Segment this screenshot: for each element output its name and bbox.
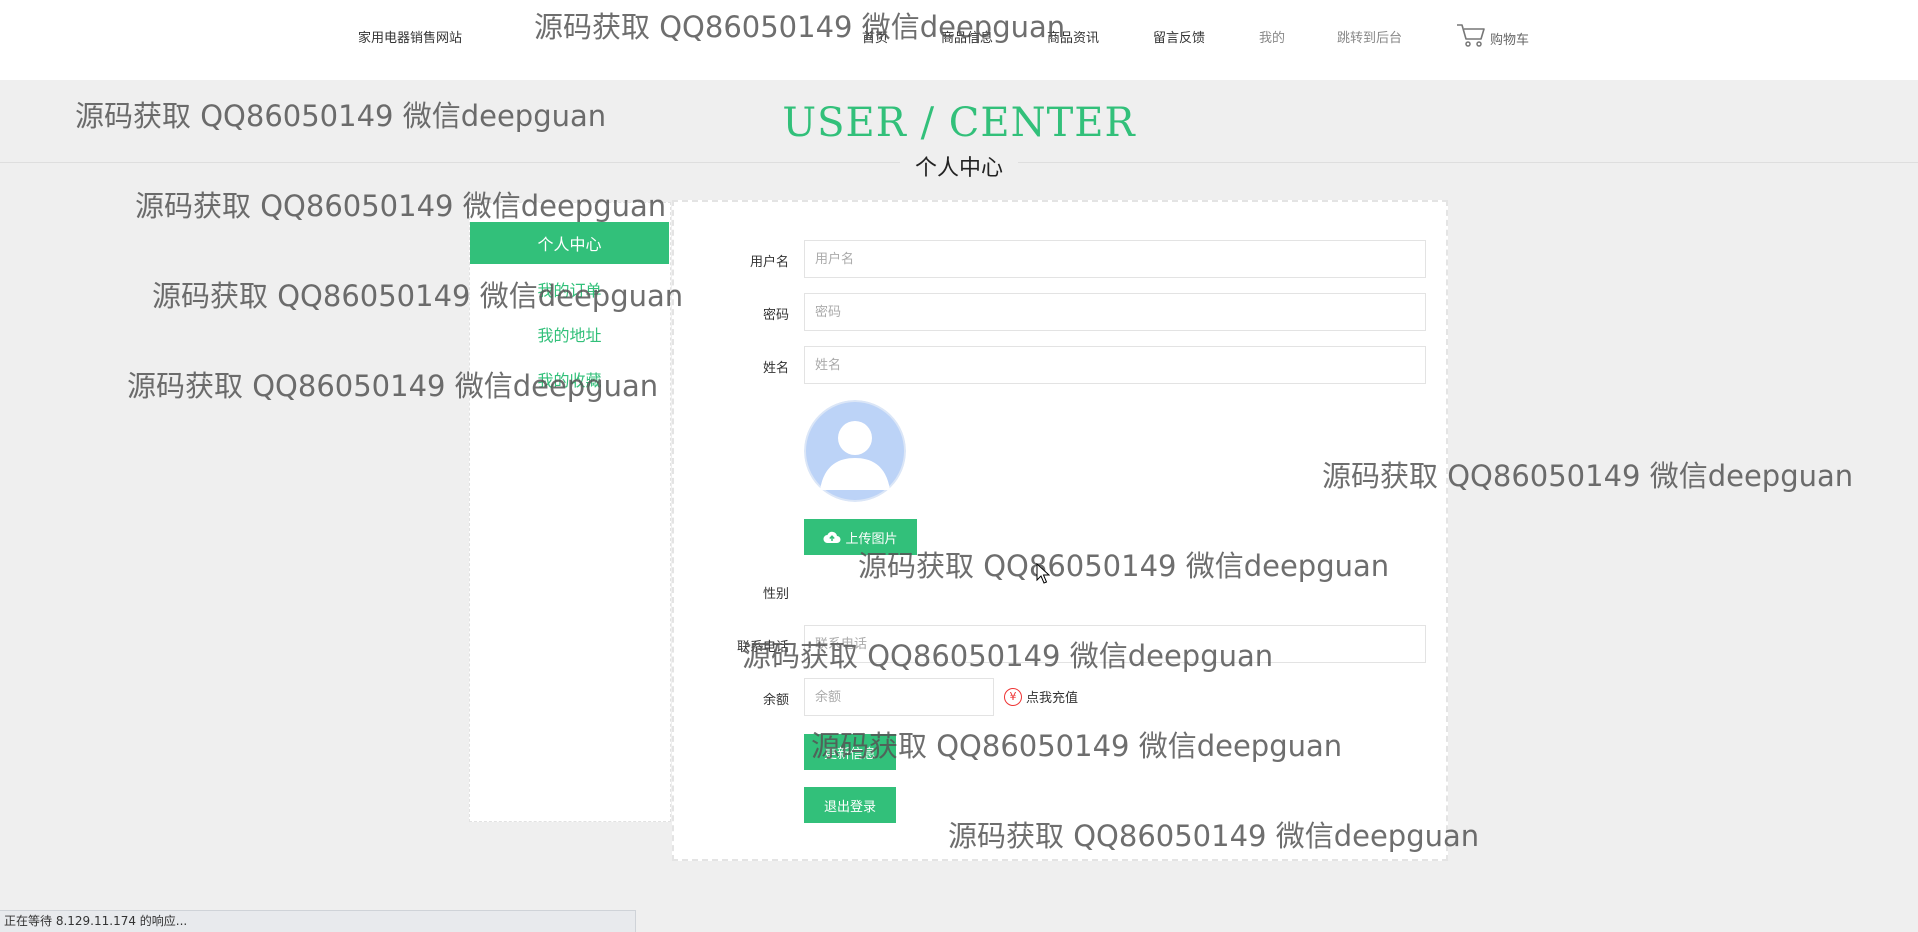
page-title-english: USER / CENTER bbox=[782, 100, 1136, 146]
logout-button[interactable]: 退出登录 bbox=[804, 787, 896, 823]
recharge-label: 点我充值 bbox=[1026, 691, 1079, 706]
phone-input[interactable] bbox=[804, 625, 1426, 663]
nav-item-admin[interactable]: 跳转到后台 bbox=[1337, 27, 1402, 46]
sidebar-item-user-center[interactable]: 个人中心 bbox=[470, 222, 669, 264]
top-navigation-bar: 家用电器销售网站 首页 商品信息 商品资讯 留言反馈 我的 跳转到后台 购物车 bbox=[0, 0, 1918, 80]
avatar-placeholder-icon bbox=[804, 400, 906, 502]
balance-input[interactable] bbox=[804, 678, 994, 716]
nav-item-mine[interactable]: 我的 bbox=[1259, 27, 1285, 46]
yen-icon: ¥ bbox=[1004, 687, 1022, 706]
page-title: 个人中心 bbox=[900, 150, 1018, 182]
sidebar-item-favorites[interactable]: 我的收藏 bbox=[470, 367, 669, 391]
cart-label: 购物车 bbox=[1490, 33, 1530, 48]
nav-item-news[interactable]: 商品资讯 bbox=[1047, 27, 1099, 46]
nav-item-home[interactable]: 首页 bbox=[862, 27, 888, 46]
nav-item-products[interactable]: 商品信息 bbox=[941, 27, 993, 46]
nav-item-feedback[interactable]: 留言反馈 bbox=[1153, 27, 1205, 46]
upload-image-button[interactable]: 上传图片 bbox=[804, 519, 917, 555]
phone-label: 联系电话 bbox=[736, 640, 789, 655]
sidebar-item-address[interactable]: 我的地址 bbox=[470, 322, 669, 346]
site-brand[interactable]: 家用电器销售网站 bbox=[358, 27, 462, 46]
username-label: 用户名 bbox=[749, 255, 789, 270]
update-info-button[interactable]: 更新信息 bbox=[804, 734, 896, 770]
mouse-cursor-icon bbox=[1036, 563, 1050, 584]
name-label: 姓名 bbox=[762, 361, 789, 376]
cart-icon bbox=[1457, 24, 1485, 47]
password-label: 密码 bbox=[762, 308, 789, 323]
name-input[interactable] bbox=[804, 346, 1426, 384]
gender-label: 性别 bbox=[762, 587, 789, 602]
sidebar-item-orders[interactable]: 我的订单 bbox=[470, 277, 669, 301]
password-input[interactable] bbox=[804, 293, 1426, 331]
username-input[interactable] bbox=[804, 240, 1426, 278]
avatar bbox=[804, 400, 906, 502]
cloud-upload-icon bbox=[823, 531, 841, 544]
browser-status-bar: 正在等待 8.129.11.174 的响应... bbox=[0, 910, 636, 932]
balance-label: 余额 bbox=[762, 693, 789, 708]
recharge-link[interactable]: ¥ 点我充值 bbox=[1004, 687, 1078, 706]
upload-image-label: 上传图片 bbox=[845, 531, 898, 547]
cart-link[interactable]: 购物车 bbox=[1456, 22, 1529, 48]
